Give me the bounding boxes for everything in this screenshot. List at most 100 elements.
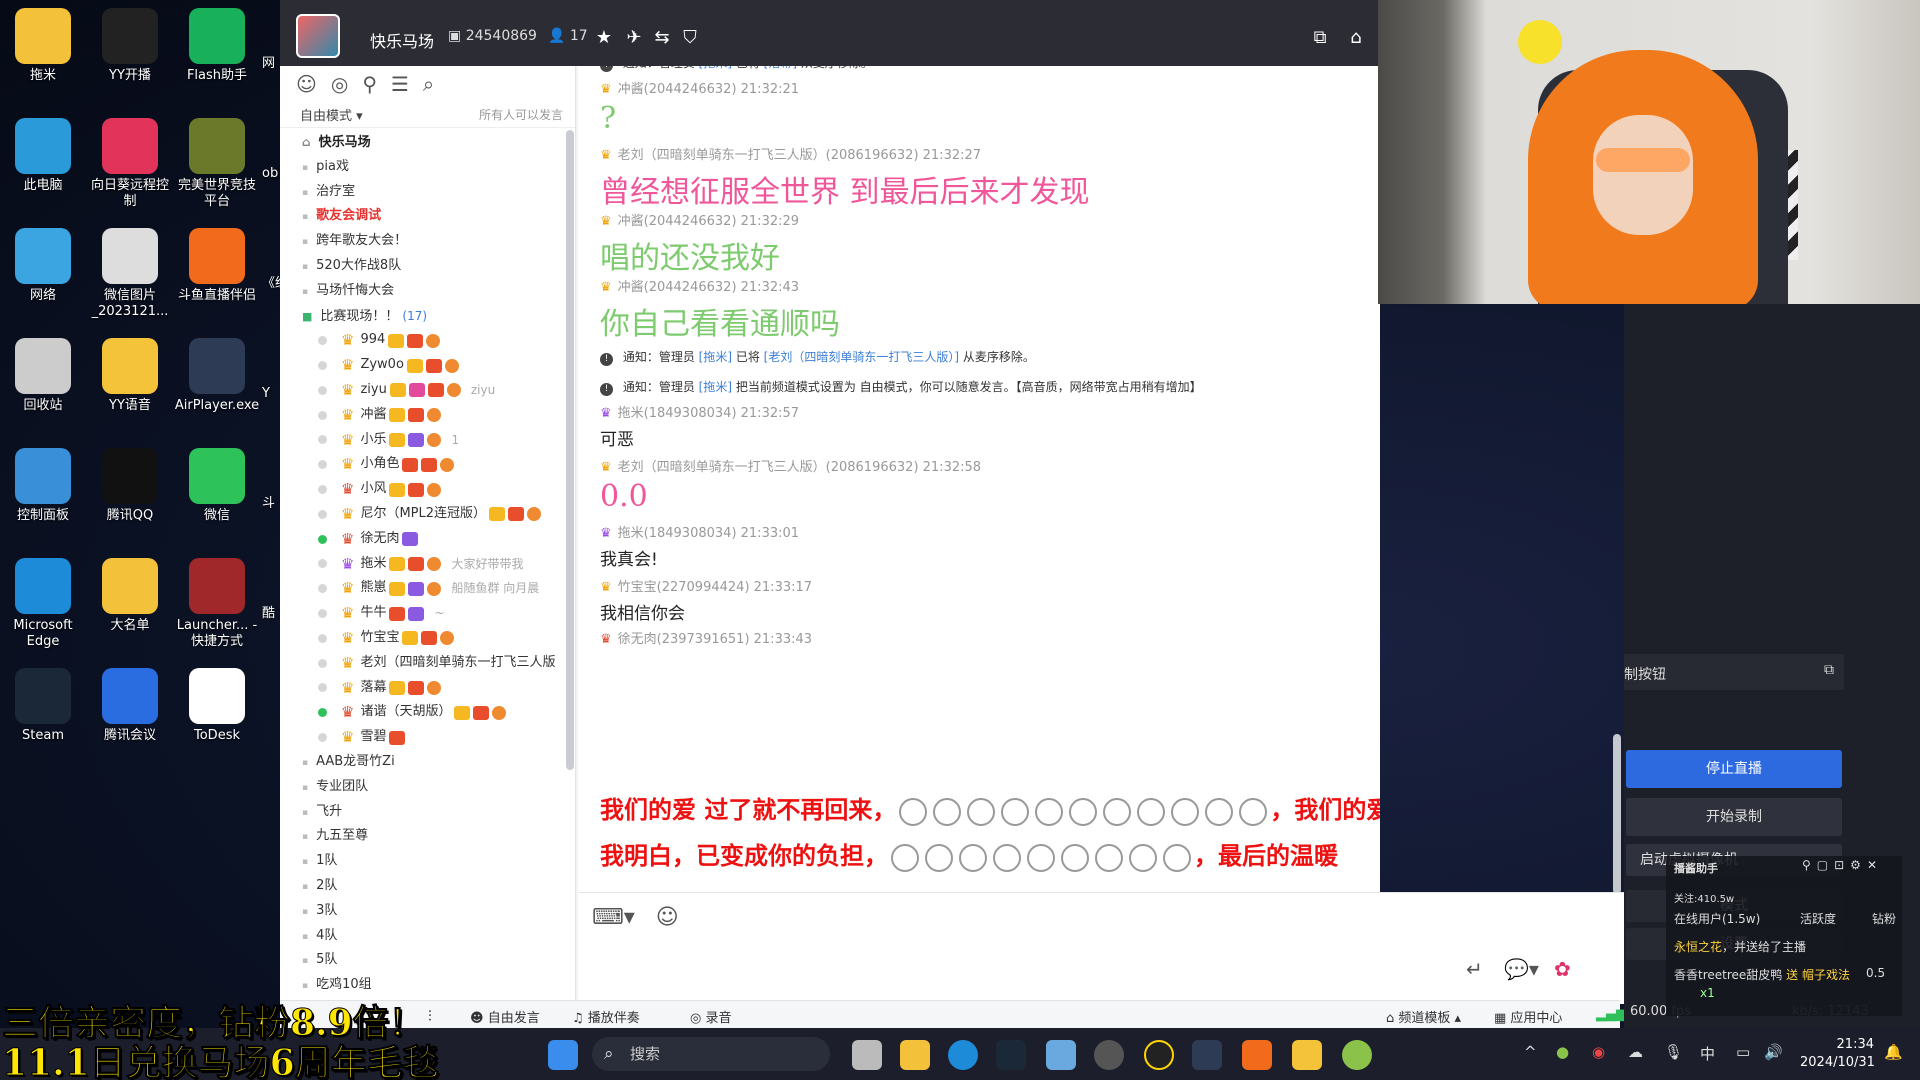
desktop-shortcut[interactable]: 微信 (174, 448, 260, 524)
channel-user[interactable]: ♛ ziyu ziyu (280, 378, 566, 403)
desktop-shortcut[interactable]: 回收站 (0, 338, 86, 414)
desktop-shortcut[interactable]: Flash助手 (174, 8, 260, 84)
desktop-shortcut[interactable]: 腾讯QQ (87, 448, 173, 524)
message-header[interactable]: ♛ 老刘（四暗刻单骑东一打飞三人版）(2086196632) 21:32:27 (600, 144, 1370, 163)
xbox-taskbar-icon[interactable] (1342, 1040, 1372, 1070)
desktop-shortcut[interactable]: 斗鱼直播伴侣 (174, 228, 260, 304)
channel-item[interactable]: 马场忏悔大会 (280, 279, 566, 304)
yy-voice-taskbar-icon[interactable] (1292, 1040, 1322, 1070)
list-icon[interactable]: ☰ (391, 72, 409, 96)
desktop-shortcut[interactable]: Microsoft Edge (0, 558, 86, 650)
desktop-shortcut[interactable]: 向日葵远程控制 (87, 118, 173, 210)
tray-app-icon-1[interactable]: ● (1556, 1043, 1569, 1061)
channel-template-button[interactable]: ⌂ 频道模板 ▴ (1386, 1007, 1461, 1026)
network-tray-icon[interactable]: ▭ (1736, 1043, 1750, 1061)
message-input-area[interactable]: ⌨▾ ☺ ↵ 💬▾ ✿ (578, 892, 1624, 1004)
stop-stream-button[interactable]: 停止直播 (1626, 750, 1842, 788)
channel-user[interactable]: ♛ 竹宝宝 (280, 626, 566, 651)
channel-user[interactable]: ♛ 小风 (280, 477, 566, 502)
shield-icon[interactable]: ⛉ (678, 26, 702, 50)
channel-user[interactable]: ♛ 牛牛 ~ (280, 601, 566, 626)
channel-user[interactable]: ♛ 994 (280, 328, 566, 353)
desktop-shortcut[interactable]: 拖米 (0, 8, 86, 84)
message-header[interactable]: ♛ 冲酱(2044246632) 21:32:43 (600, 276, 1370, 295)
channel-item[interactable]: 专业团队 (280, 775, 566, 800)
chat-bubble-icon[interactable]: 💬▾ (1504, 957, 1539, 981)
channel-user[interactable]: ♛ Zyw0o (280, 353, 566, 378)
steam-taskbar-icon[interactable] (996, 1040, 1026, 1070)
channel-item[interactable]: 4队 (280, 924, 566, 949)
ime-indicator[interactable]: 中 (1700, 1043, 1715, 1064)
channel-item[interactable]: pia戏 (280, 155, 566, 180)
notice-link[interactable]: [老刘（四暗刻单骑东一打飞三人版）] (764, 350, 963, 364)
gamepad-icon[interactable]: ⌨▾ (592, 905, 635, 930)
channel-item[interactable]: 3队 (280, 899, 566, 924)
desktop-shortcut[interactable]: Steam (0, 668, 86, 744)
clock[interactable]: 21:34 2024/10/31 (1800, 1036, 1875, 1072)
record-button[interactable]: ◎ 录音 (690, 1007, 732, 1026)
chat-scrollbar[interactable] (1613, 734, 1621, 894)
flower-icon[interactable]: ✿ (1554, 957, 1571, 981)
message-header[interactable]: ♛ 冲酱(2044246632) 21:32:21 (600, 78, 1370, 97)
channel-avatar[interactable] (296, 14, 340, 58)
desktop-shortcut[interactable]: 控制面板 (0, 448, 86, 524)
mixer-icon[interactable]: ⫶ (428, 1007, 432, 1025)
user-icon[interactable]: ☺ (296, 72, 317, 96)
desktop-shortcut[interactable]: Launcher... - 快捷方式 (174, 558, 260, 650)
yy-live-taskbar-icon[interactable] (1144, 1040, 1174, 1070)
popout-icon[interactable]: ⧉ (1824, 662, 1834, 678)
notice-link[interactable]: [拖米] (699, 350, 736, 364)
channel-user[interactable]: ♛ 小角色 (280, 452, 566, 477)
edge-taskbar-icon[interactable] (948, 1040, 978, 1070)
channel-user[interactable]: ♛ 诸谐（天胡版） (280, 700, 566, 725)
channel-item[interactable]: 歌友会调试 (280, 204, 566, 229)
channel-user[interactable]: ♛ 冲酱 (280, 403, 566, 428)
app-taskbar-icon[interactable] (1192, 1040, 1222, 1070)
notification-bell-icon[interactable]: 🔔 (1884, 1043, 1903, 1061)
notice-link[interactable]: [拖米] (699, 380, 736, 394)
channel-item[interactable]: 1队 (280, 849, 566, 874)
helper-window-controls[interactable]: ⚲▢⊡⚙✕ (1802, 858, 1883, 872)
playlist-button[interactable]: ♫ 播放伴奏 (572, 1007, 640, 1026)
message-header[interactable]: ♛ 拖米(1849308034) 21:33:01 (600, 522, 1370, 541)
start-record-button[interactable]: 开始录制 (1626, 798, 1842, 836)
channel-user[interactable]: ♛ 尼尔（MPL2连冠版） (280, 502, 566, 527)
mic-icon[interactable]: 🎙 (1664, 1043, 1683, 1061)
notice-link[interactable]: [落幕] (764, 66, 801, 70)
mode-select[interactable]: 自由模式 ▾ (300, 105, 363, 124)
message-header[interactable]: ♛ 徐无肉(2397391651) 21:33:43 (600, 628, 1370, 647)
channel-user[interactable]: ♛ 老刘（四暗刻单骑东一打飞三人版 (280, 651, 566, 676)
tray-cloud-icon[interactable]: ☁ (1628, 1043, 1643, 1061)
channel-user[interactable]: ♛ 落幕 (280, 676, 566, 701)
douyu-taskbar-icon[interactable] (1242, 1040, 1272, 1070)
desktop-shortcut[interactable]: YY开播 (87, 8, 173, 84)
channel-item[interactable]: 九五至尊 (280, 824, 566, 849)
star-icon[interactable]: ★ (592, 26, 616, 50)
channel-item[interactable]: 快乐马场 (280, 130, 566, 155)
channel-user[interactable]: ♛ 徐无肉 (280, 527, 566, 552)
helper-diamond-tab[interactable]: 钻粉 (1872, 910, 1896, 927)
channel-item[interactable]: 飞升 (280, 800, 566, 825)
desktop-shortcut[interactable]: 腾讯会议 (87, 668, 173, 744)
channel-user[interactable]: ♛ 小乐 1 (280, 428, 566, 453)
home-icon[interactable]: ⌂ (1344, 26, 1368, 50)
desktop-shortcut[interactable]: ToDesk (174, 668, 260, 744)
volume-icon[interactable]: 🔊 (1764, 1043, 1783, 1061)
channel-item[interactable]: 跨年歌友大会！ (280, 229, 566, 254)
channel-user[interactable]: ♛ 熊崽 船随鱼群 向月晨 (280, 576, 566, 601)
start-icon[interactable] (548, 1040, 578, 1070)
desktop-shortcut[interactable]: 完美世界竞技平台 (174, 118, 260, 210)
file-explorer-icon[interactable] (900, 1040, 930, 1070)
channel-item[interactable]: 2队 (280, 874, 566, 899)
share-icon[interactable]: ⇆ (650, 26, 674, 50)
search-icon[interactable]: ⌕ (423, 72, 434, 96)
task-view-icon[interactable] (852, 1040, 882, 1070)
video-icon[interactable]: ⧉ (1308, 26, 1332, 50)
channel-user[interactable]: ♛ 雪碧 (280, 725, 566, 750)
app-center-button[interactable]: ▦ 应用中心 (1494, 1007, 1562, 1026)
headset-icon[interactable]: ◎ (331, 72, 348, 96)
obs-taskbar-icon[interactable] (1094, 1040, 1124, 1070)
desktop-shortcut[interactable]: 网络 (0, 228, 86, 304)
channel-item[interactable]: AAB龙哥竹Zi (280, 750, 566, 775)
channel-item[interactable]: 5队 (280, 948, 566, 973)
